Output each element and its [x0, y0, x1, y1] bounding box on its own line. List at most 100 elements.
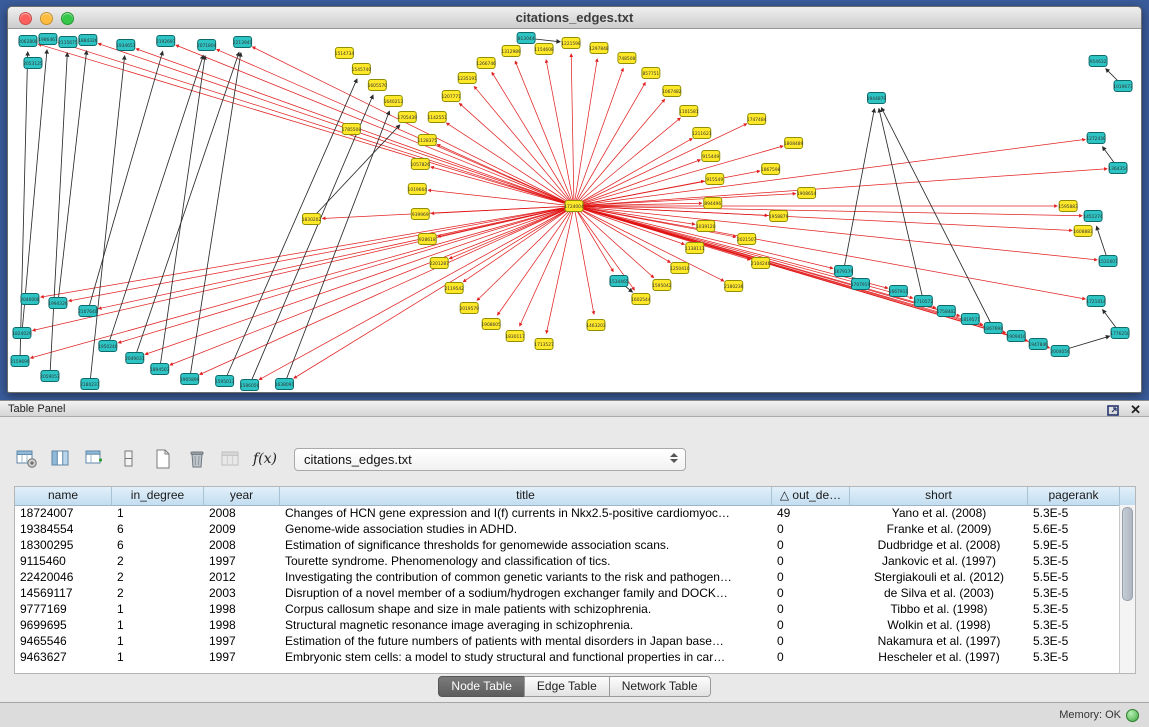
table-vertical-scrollbar[interactable]	[1119, 505, 1135, 673]
table-cell[interactable]: 0	[772, 618, 850, 632]
network-node[interactable]: 1830117	[505, 331, 525, 342]
network-node[interactable]: 1272430	[1086, 133, 1106, 144]
table-cell[interactable]: Investigating the contribution of common…	[280, 570, 772, 584]
network-node[interactable]: 2046008	[20, 294, 40, 305]
column-header-in_degree[interactable]: in_degree	[112, 487, 204, 505]
table-cell[interactable]: Changes of HCN gene expression and I(f) …	[280, 506, 772, 520]
table-cell[interactable]: 14569117	[15, 586, 112, 600]
network-node[interactable]: 1595042	[652, 280, 672, 291]
network-node[interactable]: 1235191	[457, 73, 477, 84]
tab-node-table[interactable]: Node Table	[438, 676, 525, 697]
table-cell[interactable]: 1	[112, 634, 204, 648]
network-node[interactable]: 1595883	[1058, 201, 1078, 212]
table-cell[interactable]: Corpus callosum shape and size in male p…	[280, 602, 772, 616]
network-node[interactable]: 1101581	[679, 106, 699, 117]
table-row[interactable]: 1938455462009Genome-wide association stu…	[15, 521, 1120, 537]
network-node[interactable]: 2053125	[23, 58, 43, 69]
table-row[interactable]: 1872400712008Changes of HCN gene express…	[15, 505, 1120, 521]
network-node[interactable]: 1909416	[1006, 331, 1026, 342]
network-node[interactable]: 1705439	[398, 112, 418, 123]
network-node[interactable]: 1602544	[631, 294, 651, 305]
network-node[interactable]: 748508	[618, 53, 636, 64]
new-column-button[interactable]	[82, 446, 108, 472]
show-columns-button[interactable]	[48, 446, 74, 472]
network-node[interactable]: 1819571	[961, 314, 981, 325]
table-cell[interactable]: 9699695	[15, 618, 112, 632]
table-cell[interactable]: 5.5E-5	[1028, 570, 1120, 584]
network-node[interactable]: 2104246	[751, 258, 771, 269]
network-node[interactable]: 1994326	[48, 298, 68, 309]
network-node[interactable]: 1138111	[685, 243, 705, 254]
table-cell[interactable]: Tourette syndrome. Phenomenology and cla…	[280, 554, 772, 568]
column-header-out_de[interactable]: △ out_de…	[772, 487, 850, 505]
network-node[interactable]: 1710572	[914, 296, 934, 307]
network-node[interactable]: 1894503	[150, 364, 170, 375]
network-window-titlebar[interactable]: citations_edges.txt	[8, 7, 1141, 29]
network-hub-node[interactable]: 1724004	[564, 201, 584, 212]
table-cell[interactable]: Nakamura et al. (1997)	[850, 634, 1028, 648]
table-cell[interactable]: 49	[772, 506, 850, 520]
table-cell[interactable]: 2	[112, 570, 204, 584]
network-node[interactable]: 1534465	[609, 276, 629, 287]
table-cell[interactable]: Estimation of significance thresholds fo…	[280, 538, 772, 552]
network-graph[interactable]: 1724004115460812215981297848748508857751…	[9, 29, 1140, 391]
network-canvas[interactable]: 1724004115460812215981297848748508857751…	[9, 29, 1140, 391]
network-node[interactable]: 1908654	[797, 188, 817, 199]
table-cell[interactable]: Embryonic stem cells: a model to study s…	[280, 650, 772, 664]
network-node[interactable]: 1608883	[1073, 226, 1093, 237]
network-node[interactable]: 2119542	[444, 283, 464, 294]
network-node[interactable]: 1067482	[662, 86, 682, 97]
network-node[interactable]: 1586056	[240, 380, 260, 391]
network-node[interactable]: 2192697	[156, 36, 176, 47]
network-node[interactable]: 1057826	[411, 159, 431, 170]
table-cell[interactable]: 6	[112, 522, 204, 536]
function-builder-button[interactable]: f(x)	[252, 446, 278, 472]
table-cell[interactable]: 9463627	[15, 650, 112, 664]
scrollbar-thumb[interactable]	[1122, 507, 1133, 601]
table-cell[interactable]: 2	[112, 554, 204, 568]
table-cell[interactable]: Estimation of the future numbers of pati…	[280, 634, 772, 648]
network-node[interactable]: 1707919	[851, 279, 871, 290]
network-node[interactable]: 1905899	[180, 374, 200, 385]
table-cell[interactable]: 1	[112, 650, 204, 664]
network-node[interactable]: 2180237	[80, 379, 100, 390]
table-cell[interactable]: 9465546	[15, 634, 112, 648]
close-panel-icon[interactable]: ✕	[1130, 403, 1141, 416]
table-cell[interactable]: 18724007	[15, 506, 112, 520]
float-panel-icon[interactable]	[1107, 404, 1120, 416]
network-node[interactable]: 954632	[1089, 56, 1107, 67]
table-cell[interactable]: 0	[772, 586, 850, 600]
zoom-window-button[interactable]	[61, 12, 74, 25]
network-node[interactable]: 813044	[517, 33, 535, 44]
table-cell[interactable]: 1998	[204, 602, 280, 616]
network-node[interactable]: 915549	[706, 174, 724, 185]
table-body[interactable]: 1872400712008Changes of HCN gene express…	[15, 505, 1120, 673]
column-header-year[interactable]: year	[204, 487, 280, 505]
table-cell[interactable]: Franke et al. (2009)	[850, 522, 1028, 536]
table-cell[interactable]: 0	[772, 602, 850, 616]
network-node[interactable]: 1713527	[534, 339, 554, 350]
minimize-window-button[interactable]	[40, 12, 53, 25]
table-cell[interactable]: 5.3E-5	[1028, 586, 1120, 600]
column-header-short[interactable]: short	[850, 487, 1028, 505]
table-cell[interactable]: 1	[112, 506, 204, 520]
network-node[interactable]: 1950240	[98, 341, 118, 352]
network-node[interactable]: 1221598	[561, 38, 581, 49]
table-row[interactable]: 911546021997Tourette syndrome. Phenomeno…	[15, 553, 1120, 569]
table-options-button[interactable]	[14, 446, 40, 472]
network-node[interactable]: 1758402	[937, 306, 957, 317]
network-node[interactable]: 1019664	[408, 184, 428, 195]
table-cell[interactable]: 5.3E-5	[1028, 506, 1120, 520]
network-node[interactable]: 928618	[418, 234, 436, 245]
tab-edge-table[interactable]: Edge Table	[524, 676, 610, 697]
network-node[interactable]: 2115675	[58, 37, 78, 48]
table-cell[interactable]: 22420046	[15, 570, 112, 584]
table-row[interactable]: 946362711997Embryonic stem cells: a mode…	[15, 649, 1120, 665]
network-node[interactable]: 1679179	[834, 266, 854, 277]
table-select-dropdown[interactable]: citations_edges.txt	[294, 448, 686, 471]
network-node[interactable]: 939969	[411, 209, 429, 220]
table-cell[interactable]: 0	[772, 554, 850, 568]
table-row[interactable]: 977716911998Corpus callosum shape and si…	[15, 601, 1120, 617]
table-cell[interactable]: 6	[112, 538, 204, 552]
tab-network-table[interactable]: Network Table	[609, 676, 711, 697]
